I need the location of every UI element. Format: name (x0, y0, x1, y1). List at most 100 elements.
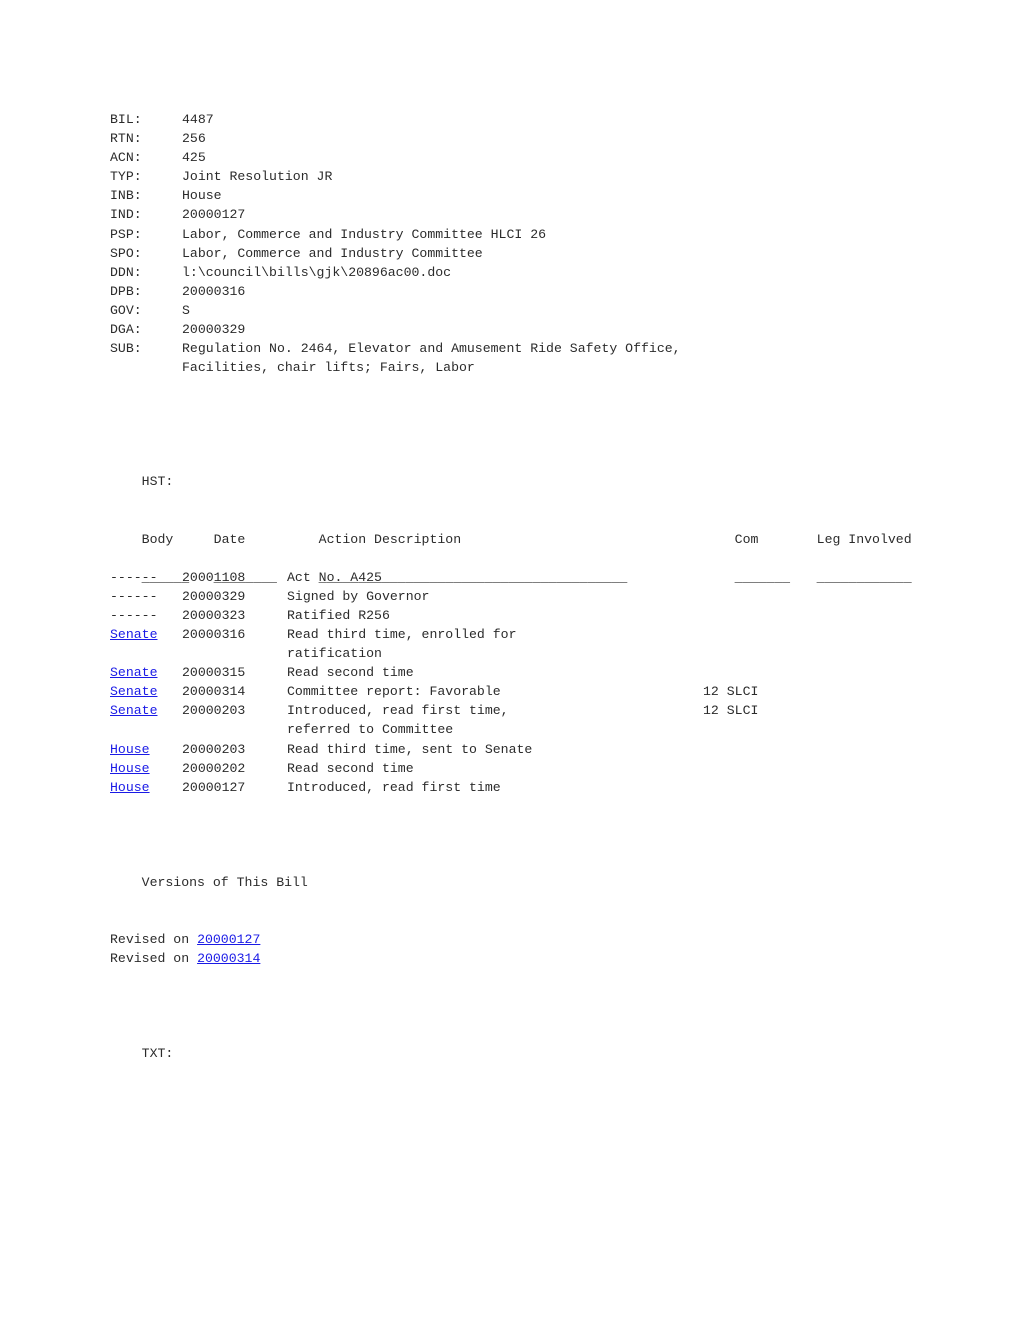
header-field-value: 20000329 (182, 322, 246, 338)
header-field-row: PSP: Labor, Commerce and Industry Committ… (110, 225, 1020, 244)
chamber-link[interactable]: Senate (110, 684, 157, 699)
column-header-body: Body (141, 531, 174, 547)
table-row: ------ 20000323 Ratified R256 (110, 606, 1020, 625)
header-field-label: INB: (110, 188, 142, 204)
version-entry-prefix: Revised on (110, 951, 198, 966)
history-action-cell: Ratified R256 (287, 607, 390, 623)
history-date-cell: 20001108 (182, 569, 246, 585)
header-field-label: IND: (110, 207, 142, 223)
history-body-cell: ------ (110, 606, 182, 625)
chamber-link[interactable]: Senate (110, 627, 157, 642)
header-field-row: DPB: 20000316 (110, 282, 1020, 301)
history-action-cell: Introduced, read first time (287, 779, 501, 795)
history-date-cell: 20000203 (182, 703, 246, 719)
header-field-value: 20000316 (182, 283, 246, 299)
history-date-cell: 20000314 (182, 684, 246, 700)
header-field-label: DDN: (110, 264, 142, 280)
text-section-label-text: TXT: (141, 1046, 174, 1062)
header-field-label: SUB: (110, 341, 142, 357)
header-field-row: SUB: Regulation No. 2464, Elevator and Am… (110, 339, 1020, 358)
header-field-row: IND: 20000127 (110, 205, 1020, 224)
header-field-label: TYP: (110, 169, 142, 185)
history-date-cell: 20000202 (182, 760, 246, 776)
version-entry: Revised on 20000127 (110, 930, 1020, 949)
header-field-row: DDN: l:\council\bills\gjk\20896ac00.doc (110, 263, 1020, 282)
history-action-cell: Read second time (287, 665, 414, 681)
bill-header-fields: BIL: 4487 RTN: 256 ACN: 425 TYP: Joint Resoluti… (110, 110, 1020, 377)
header-field-row: TYP: Joint Resolution JR (110, 167, 1020, 186)
history-body-cell: House (110, 759, 182, 778)
versions-list: Revised on 20000127 Revised on 20000314 (110, 930, 1020, 968)
history-action-cell-continuation: referred to Committee (287, 722, 454, 738)
table-row: Senate 20000316 Read third time, enrolled … (110, 625, 1020, 644)
history-body-dashes: ------ (110, 569, 158, 585)
header-field-row: DGA: 20000329 (110, 320, 1020, 339)
history-table-header: Body Date Action Description Com Leg Involve… (110, 510, 1020, 547)
history-body-cell: Senate (110, 663, 182, 682)
history-table-separator: ______ ________ __________________________… (110, 549, 1020, 585)
table-row: Senate 20000314 Committee report: Favorabl… (110, 682, 1020, 701)
table-row-continuation: ratification (110, 644, 1020, 663)
history-action-cell: Signed by Governor (287, 588, 430, 604)
table-row: ------ 20000329 Signed by Governor (110, 587, 1020, 606)
header-field-label: PSP: (110, 226, 142, 242)
history-section-label: HST: (110, 453, 1020, 489)
header-field-label: SPO: (110, 245, 142, 261)
table-row: House 20000127 Introduced, read first time (110, 778, 1020, 797)
table-row: Senate 20000203 Introduced, read first tim… (110, 701, 1020, 720)
history-com-cell: 12 SLCI (703, 684, 759, 700)
chamber-link[interactable]: Senate (110, 665, 157, 680)
history-body-cell: Senate (110, 701, 182, 720)
version-date-link[interactable]: 20000314 (197, 951, 260, 966)
history-date-cell: 20000316 (182, 626, 246, 642)
header-field-label: BIL: (110, 112, 142, 127)
history-body-dashes: ------ (110, 607, 158, 623)
header-field-label: GOV: (110, 302, 142, 318)
column-header-action-description: Action Description (318, 531, 462, 547)
chamber-link[interactable]: Senate (110, 703, 157, 718)
header-field-value: 256 (182, 131, 206, 147)
table-row-continuation: referred to Committee (110, 720, 1020, 739)
version-entry: Revised on 20000314 (110, 949, 1020, 968)
version-entry-prefix: Revised on (110, 931, 198, 947)
history-action-cell-continuation: ratification (287, 646, 382, 662)
history-action-cell: Introduced, read first time, (287, 703, 509, 719)
history-body-cell: House (110, 778, 182, 797)
header-field-value: 425 (182, 150, 206, 166)
history-body-cell: ------ (110, 587, 182, 606)
chamber-link[interactable]: House (110, 761, 150, 776)
header-field-value: Regulation No. 2464, Elevator and Amusem… (182, 341, 681, 357)
separator-leg: ____________ (816, 569, 912, 585)
chamber-link[interactable]: House (110, 742, 150, 757)
version-date-link[interactable]: 20000127 (197, 932, 260, 947)
table-row: House 20000203 Read third time, sent to Se… (110, 740, 1020, 759)
header-field-label: ACN: (110, 150, 142, 166)
history-action-cell: Act No. A425 (287, 569, 382, 585)
header-field-row: INB: House (110, 186, 1020, 205)
header-field-value: 4487 (182, 112, 214, 127)
header-field-value-continuation: Facilities, chair lifts; Fairs, Labor (182, 360, 475, 376)
chamber-link[interactable]: House (110, 780, 150, 795)
history-action-cell: Read third time, sent to Senate (287, 741, 533, 757)
column-header-leg-involved: Leg Involved (816, 531, 912, 547)
header-field-value: Labor, Commerce and Industry Committee (182, 245, 483, 261)
versions-heading-text: Versions of This Bill (141, 874, 308, 890)
column-header-date: Date (213, 531, 246, 547)
header-field-value: 20000127 (182, 207, 246, 223)
history-action-cell: Read third time, enrolled for (287, 626, 517, 642)
history-body-cell: Senate (110, 682, 182, 701)
header-field-value: Labor, Commerce and Industry Committee H… (182, 226, 547, 242)
header-field-row: ACN: 425 (110, 148, 1020, 167)
history-body-cell: Senate (110, 625, 182, 644)
text-section-label: TXT: (110, 1025, 1020, 1061)
history-com-cell: 12 SLCI (703, 703, 759, 719)
history-action-cell: Read second time (287, 760, 414, 776)
history-date-cell: 20000127 (182, 779, 246, 795)
header-field-value: House (182, 188, 222, 204)
bill-status-document: BIL: 4487 RTN: 256 ACN: 425 TYP: Joint Resoluti… (0, 0, 1020, 1320)
header-field-row-continuation: Facilities, chair lifts; Fairs, Labor (110, 358, 1020, 377)
history-section-label-text: HST: (141, 474, 174, 490)
